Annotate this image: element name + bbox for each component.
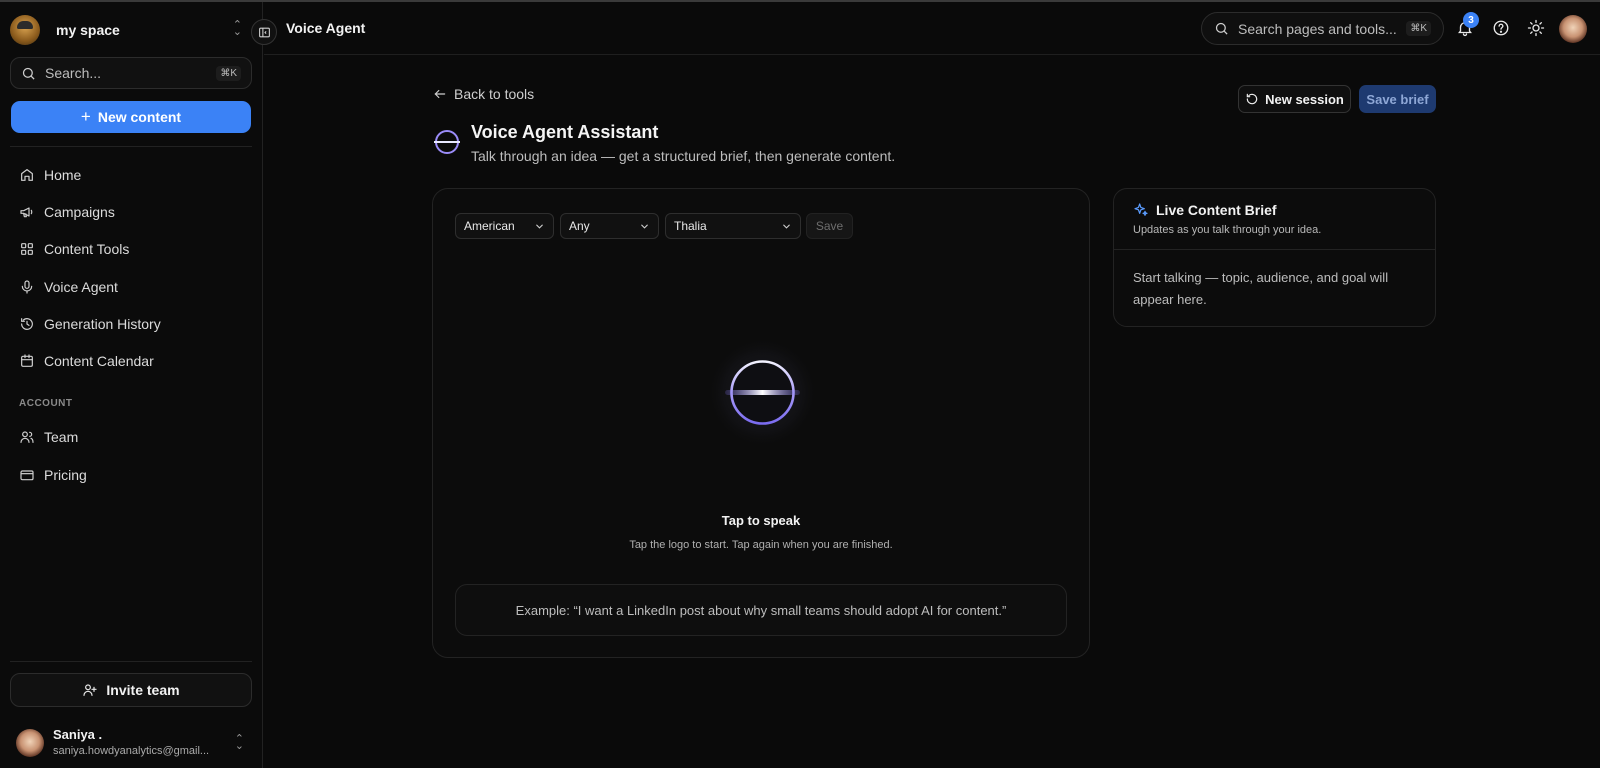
credit-card-icon (20, 470, 34, 481)
workspace-name: my space (56, 22, 120, 38)
save-voice-label: Save (815, 219, 844, 233)
avatar[interactable] (1559, 15, 1587, 43)
global-search[interactable]: Search pages and tools... ⌘K (1201, 12, 1444, 45)
divider (264, 54, 1600, 55)
chevron-down-icon (783, 224, 790, 229)
microphone-icon (21, 280, 33, 294)
invite-team-button[interactable]: Invite team (10, 673, 252, 707)
refresh-icon (1246, 93, 1258, 105)
user-name: Saniya . (53, 727, 103, 742)
sidebar-item-label: Content Tools (44, 241, 130, 257)
sidebar-item-label: Generation History (44, 316, 161, 332)
sidebar-item-label: Team (44, 429, 79, 445)
live-content-brief-card: Live Content Brief Updates as you talk t… (1113, 188, 1436, 327)
section-label-account: ACCOUNT (19, 398, 73, 409)
save-brief-button[interactable]: Save brief (1359, 85, 1436, 113)
example-prompt: Example: “I want a LinkedIn post about w… (455, 584, 1067, 636)
voice-select[interactable]: Thalia (665, 213, 801, 239)
sidebar-toggle-button[interactable] (251, 19, 277, 45)
tap-to-speak-hint: Tap the logo to start. Tap again when yo… (629, 539, 893, 551)
sidebar-item-label: Content Calendar (44, 353, 154, 369)
new-session-label: New session (1265, 91, 1344, 107)
sidebar-item-content-calendar[interactable]: Content Calendar (10, 344, 252, 378)
sidebar-item-generation-history[interactable]: Generation History (10, 307, 252, 341)
voice-orb-icon[interactable] (705, 335, 820, 450)
new-session-button[interactable]: New session (1238, 85, 1351, 113)
divider (10, 146, 252, 147)
calendar-icon (21, 354, 33, 367)
arrow-left-icon (434, 89, 446, 99)
back-to-tools-link[interactable]: Back to tools (433, 86, 534, 102)
chevron-down-icon (641, 224, 648, 229)
search-shortcut: ⌘K (1406, 21, 1431, 36)
grid-icon (21, 243, 33, 255)
age-select-value: Any (569, 219, 590, 233)
sidebar-item-label: Pricing (44, 467, 87, 483)
sidebar-search[interactable]: Search... ⌘K (10, 57, 252, 89)
search-icon (1215, 22, 1228, 35)
global-search-placeholder: Search pages and tools... (1238, 20, 1397, 37)
divider (10, 661, 252, 662)
new-content-button[interactable]: + New content (11, 101, 251, 133)
plus-icon: + (80, 107, 91, 126)
sidebar-item-campaigns[interactable]: Campaigns (10, 195, 252, 229)
age-select[interactable]: Any (560, 213, 659, 239)
megaphone-icon (20, 207, 33, 218)
invite-team-label: Invite team (106, 682, 180, 698)
save-brief-label: Save brief (1366, 91, 1429, 107)
avatar (16, 729, 44, 757)
sidebar-item-label: Voice Agent (44, 279, 118, 295)
chevron-down-icon (536, 224, 543, 229)
sidebar-item-home[interactable]: Home (10, 158, 252, 192)
sidebar: my space ⌃ ⌄ Search... ⌘K + New content H… (0, 2, 263, 768)
chevron-up-down-icon: ⌃ ⌄ (232, 19, 242, 38)
sidebar-item-content-tools[interactable]: Content Tools (10, 232, 252, 266)
accent-select-value: American (464, 219, 515, 233)
voice-agent-logo-icon (434, 130, 460, 154)
new-content-label: New content (97, 109, 182, 125)
sidebar-collapse-icon (258, 27, 270, 37)
back-label: Back to tools (454, 86, 535, 102)
home-icon (21, 169, 33, 181)
brief-subtitle: Updates as you talk through your idea. (1133, 224, 1322, 236)
sparkles-icon (1134, 203, 1148, 216)
sun-icon[interactable] (1527, 19, 1545, 37)
user-plus-icon (83, 684, 98, 696)
page-title: Voice Agent (286, 20, 366, 36)
assistant-title: Voice Agent Assistant (471, 122, 659, 142)
sidebar-search-placeholder: Search... (45, 65, 102, 81)
assistant-subtitle: Talk through an idea — get a structured … (471, 148, 896, 164)
notification-badge: 3 (1463, 12, 1479, 28)
help-icon[interactable] (1492, 19, 1510, 37)
brief-body: Start talking — topic, audience, and goa… (1133, 270, 1389, 307)
sidebar-item-voice-agent[interactable]: Voice Agent (10, 270, 252, 304)
user-email: saniya.howdyanalytics@gmail... (53, 745, 210, 757)
save-voice-button[interactable]: Save (806, 213, 853, 239)
users-icon (20, 431, 34, 443)
sidebar-item-team[interactable]: Team (10, 420, 252, 454)
workspace-switcher[interactable]: my space ⌃ ⌄ (10, 14, 246, 46)
search-shortcut: ⌘K (216, 65, 241, 81)
search-icon (22, 67, 35, 80)
sidebar-item-pricing[interactable]: Pricing (10, 458, 252, 492)
user-menu[interactable]: Saniya . saniya.howdyanalytics@gmail... … (16, 725, 246, 761)
sidebar-item-label: Home (44, 167, 82, 183)
example-prompt-text: Example: “I want a LinkedIn post about w… (515, 602, 1007, 618)
history-icon (21, 318, 33, 330)
workspace-avatar (10, 15, 40, 45)
chevron-up-down-icon: ⌃ ⌄ (234, 733, 244, 752)
tap-to-speak-title: Tap to speak (721, 513, 801, 528)
accent-select[interactable]: American (455, 213, 554, 239)
brief-title: Live Content Brief (1156, 202, 1277, 218)
voice-select-value: Thalia (674, 219, 707, 233)
sidebar-item-label: Campaigns (44, 204, 115, 220)
